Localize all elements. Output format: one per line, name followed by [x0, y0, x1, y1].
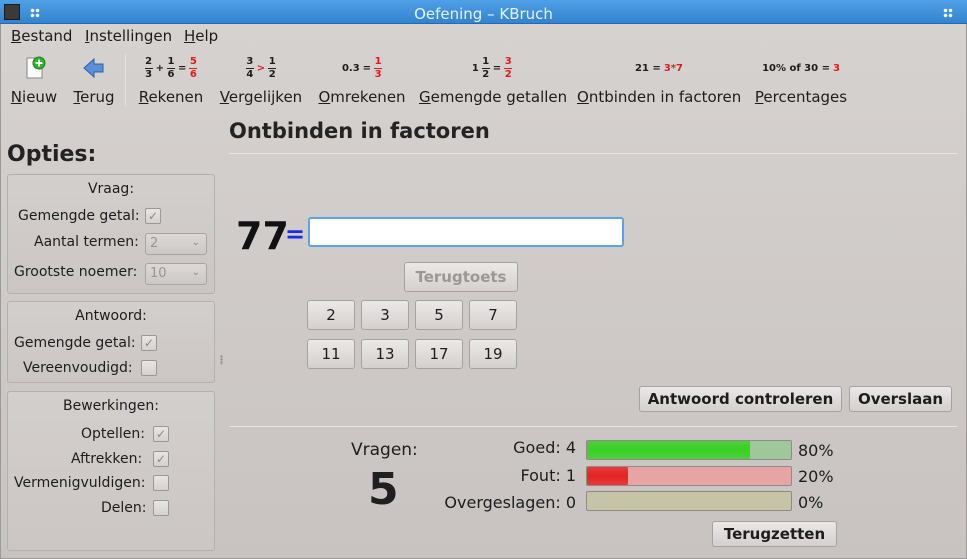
mixed-number-icon: 1 12 = 32 [471, 55, 513, 80]
mode-factoren-label: Ontbinden in factoren [577, 88, 742, 106]
vraag-mixed-label: Gemengde getal: [18, 208, 140, 224]
mode-gemengd-button[interactable]: 1 12 = 32 Gemengde getallen [419, 50, 568, 108]
title-bar: Oefening – KBruch [0, 0, 967, 24]
stats-divider [229, 426, 957, 427]
antwoord-mixed-label: Gemengde getal: [14, 335, 136, 351]
chevron-down-icon: ⌄ [191, 267, 200, 278]
factor-button-3[interactable]: 3 [361, 300, 409, 330]
simplified-label: Vereenvoudigd: [23, 360, 133, 376]
mode-percentages-label: Percentages [754, 88, 848, 106]
bewerkingen-group-title: Bewerkingen: [63, 398, 159, 414]
mode-vergelijken-button[interactable]: 34 > 12 Vergelijken [219, 50, 303, 108]
factor-button-13[interactable]: 13 [361, 339, 409, 369]
correct-progress-bar [586, 440, 792, 460]
factor-button-7[interactable]: 7 [469, 300, 517, 330]
check-answer-button[interactable]: Antwoord controleren [639, 386, 842, 412]
mode-vergelijken-label: Vergelijken [219, 88, 303, 106]
options-title: Opties: [7, 142, 97, 167]
multiply-label: Vermenigvuldigen: [14, 475, 146, 491]
denominator-label: Grootste noemer: [14, 264, 138, 280]
new-document-icon [9, 54, 59, 82]
task-equals: = [285, 220, 306, 248]
splitter-handle[interactable] [220, 355, 223, 365]
bewerkingen-group: Bewerkingen: Optellen: ✓ Aftrekken: ✓ Ve… [7, 391, 215, 551]
page-title: Ontbinden in factoren [229, 119, 490, 143]
window-title: Oefening – KBruch [414, 5, 553, 23]
toolbar: Nieuw Terug 23 + 16 = 56 Rekenen 3 4 > 1… [1, 50, 966, 108]
percentage-icon: 10% of 30 = 3 [762, 62, 840, 74]
factorize-icon: 21 = 3*7 [635, 62, 683, 74]
mode-rekenen-label: Rekenen [138, 88, 204, 106]
factor-button-2[interactable]: 2 [307, 300, 355, 330]
window-close-icon[interactable] [943, 8, 953, 18]
vraag-group: Vraag: Gemengde getal: ✓ Aantal termen: … [7, 174, 215, 294]
divide-checkbox[interactable] [153, 500, 169, 516]
back-button[interactable]: Terug [69, 50, 119, 108]
wrong-label: Fout: 1 [520, 466, 577, 485]
subtract-label: Aftrekken: [71, 451, 143, 467]
factor-button-5[interactable]: 5 [415, 300, 463, 330]
correct-label: Goed: 4 [513, 438, 576, 457]
menu-instellingen[interactable]: Instellingen [85, 27, 172, 45]
fraction-compare-icon: 34 > 12 [245, 55, 277, 80]
fraction-arithmetic-icon: 23 + 16 = 56 [144, 55, 198, 80]
correct-percentage: 80% [798, 441, 834, 460]
factor-button-17[interactable]: 17 [415, 339, 463, 369]
wrong-progress-fill [587, 467, 628, 485]
main-window: Bestand Instellingen Help Nieuw Terug 2 … [0, 24, 967, 559]
wrong-percentage: 20% [798, 467, 834, 486]
mode-percentages-button[interactable]: 10% of 30 = 3 Percentages [753, 50, 849, 108]
multiply-checkbox[interactable] [153, 475, 169, 491]
options-sidebar: Opties: Vraag: Gemengde getal: ✓ Aantal … [1, 114, 221, 554]
mode-omrekenen-button[interactable]: 0.3 = 13 Omrekenen [317, 50, 407, 108]
antwoord-group-title: Antwoord: [75, 308, 147, 324]
factor-button-11[interactable]: 11 [307, 339, 355, 369]
vraag-group-title: Vraag: [87, 181, 135, 197]
subtract-checkbox[interactable]: ✓ [153, 451, 169, 467]
vraag-mixed-checkbox[interactable]: ✓ [145, 208, 161, 224]
answer-input[interactable] [308, 217, 624, 247]
terms-select[interactable]: 2 ⌄ [145, 233, 207, 255]
menu-bar: Bestand Instellingen Help [1, 24, 966, 48]
skip-button[interactable]: Overslaan [849, 386, 952, 412]
chevron-down-icon: ⌄ [191, 237, 200, 248]
skipped-percentage: 0% [798, 493, 824, 512]
decimal-convert-icon: 0.3 = 13 [341, 55, 383, 80]
toolbar-separator [125, 54, 126, 106]
add-label: Optellen: [81, 426, 145, 442]
menu-help[interactable]: Help [184, 27, 218, 45]
simplified-checkbox[interactable] [141, 360, 157, 376]
denominator-select[interactable]: 10 ⌄ [145, 263, 207, 285]
skipped-label: Overgeslagen: 0 [444, 493, 576, 512]
menu-bestand[interactable]: Bestand [11, 27, 72, 45]
mode-factoren-button[interactable]: 21 = 3*7 Ontbinden in factoren [577, 50, 741, 108]
mode-rekenen-button[interactable]: 23 + 16 = 56 Rekenen [135, 50, 207, 108]
mode-gemengd-label: Gemengde getallen [419, 88, 568, 106]
mode-omrekenen-label: Omrekenen [318, 88, 406, 106]
add-checkbox[interactable]: ✓ [153, 426, 169, 442]
reset-button[interactable]: Terugzetten [712, 521, 837, 547]
terms-label: Aantal termen: [34, 234, 139, 250]
wrong-progress-bar [586, 466, 792, 486]
new-button[interactable]: Nieuw [9, 50, 59, 108]
skipped-progress-bar [586, 491, 792, 511]
factor-button-19[interactable]: 19 [469, 339, 517, 369]
backspace-button[interactable]: Terugtoets [404, 262, 518, 292]
arrow-left-icon [69, 54, 119, 82]
antwoord-group: Antwoord: Gemengde getal: ✓ Vereenvoudig… [7, 301, 215, 383]
divide-label: Delen: [101, 500, 147, 516]
correct-progress-fill [587, 441, 751, 459]
title-divider [229, 153, 957, 154]
task-number: 77 [236, 214, 289, 258]
antwoord-mixed-checkbox[interactable]: ✓ [141, 335, 157, 351]
